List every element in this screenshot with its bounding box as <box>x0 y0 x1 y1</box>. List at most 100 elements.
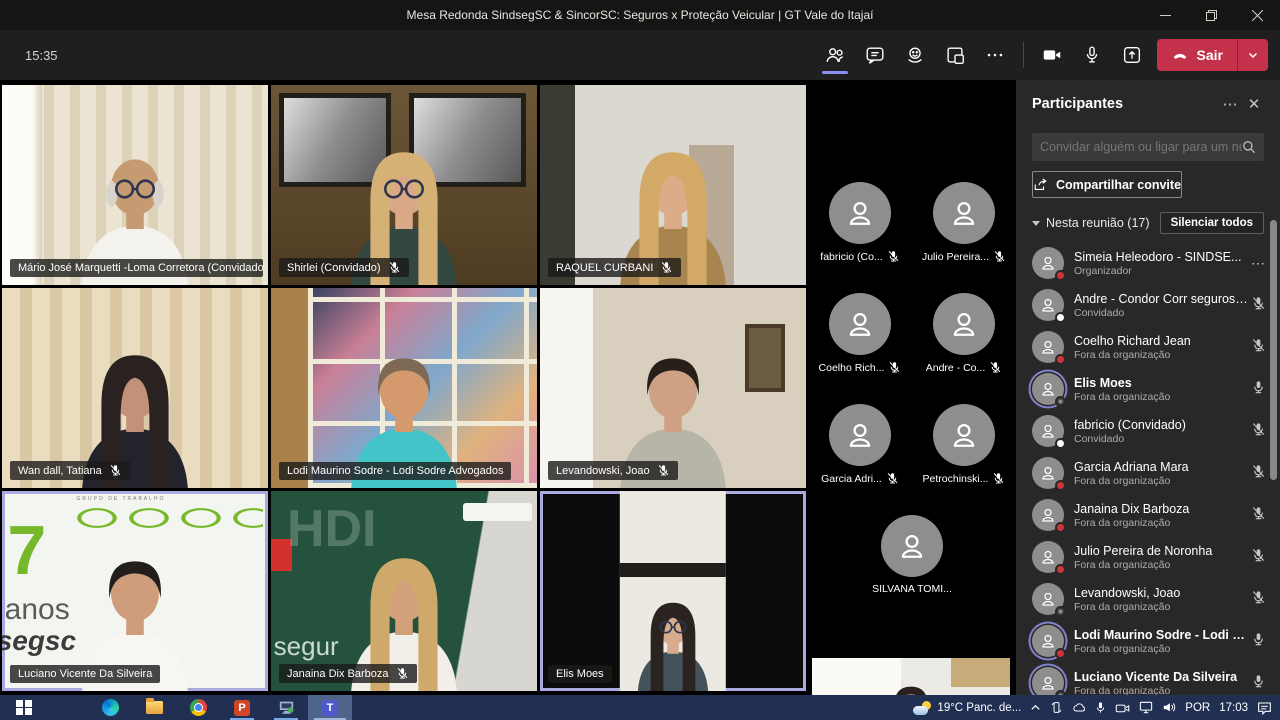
panel-scrollbar[interactable] <box>1270 220 1277 480</box>
chevron-down-icon <box>1247 49 1259 61</box>
taskbar-file-explorer[interactable] <box>132 695 176 720</box>
breakout-rooms-button[interactable] <box>935 35 975 75</box>
audio-participant[interactable]: Petrochinski... <box>920 404 1008 485</box>
mic-muted-icon <box>989 361 1002 374</box>
video-tile[interactable]: RAQUEL CURBANI <box>540 85 806 285</box>
taskbar-chrome[interactable] <box>176 695 220 720</box>
more-options-button[interactable] <box>975 35 1015 75</box>
participant-role: Organizador <box>1074 265 1248 277</box>
leave-button[interactable]: Sair <box>1157 39 1268 71</box>
participant-row[interactable]: Elis Moes Fora da organização <box>1016 368 1280 410</box>
taskbar-powerpoint[interactable]: P <box>220 695 264 720</box>
panel-close-button[interactable]: ✕ <box>1242 95 1266 113</box>
audio-participant[interactable]: Coelho Rich... <box>816 293 904 374</box>
video-tile[interactable]: HDIsegur Janaina Dix Barboza <box>271 491 537 691</box>
share-invite-label: Compartilhar convite <box>1056 178 1181 192</box>
person-placeholder-icon <box>1038 337 1058 357</box>
avatar <box>933 182 995 244</box>
audio-participant[interactable]: Garcia Adri... <box>816 404 904 485</box>
mic-muted-icon <box>1251 422 1266 437</box>
folder-icon <box>146 701 163 714</box>
participants-button[interactable] <box>815 35 855 75</box>
leave-options-chevron[interactable] <box>1238 39 1268 71</box>
participant-row[interactable]: fabricio (Convidado) Convidado <box>1016 410 1280 452</box>
avatar <box>829 404 891 466</box>
minimize-button[interactable] <box>1142 0 1188 30</box>
row-more-icon[interactable]: ⋯ <box>1251 255 1265 271</box>
search-icon <box>1242 140 1256 154</box>
video-tile[interactable]: Lodi Maurino Sodre - Lodi Sodre Advogado… <box>271 288 537 488</box>
participant-row[interactable]: Coelho Richard Jean Fora da organização <box>1016 326 1280 368</box>
participant-role: Fora da organização <box>1074 643 1248 655</box>
invite-search-box[interactable] <box>1032 133 1264 161</box>
mic-muted-icon <box>887 250 900 263</box>
share-invite-button[interactable]: Compartilhar convite <box>1032 171 1182 198</box>
taskbar-system-app[interactable] <box>264 695 308 720</box>
audio-participant[interactable]: Andre - Co... <box>920 293 1008 374</box>
audio-participant[interactable]: Julio Pereira... <box>920 182 1008 263</box>
clock[interactable]: 17:03 <box>1219 702 1248 714</box>
meeting-stage: Mário José Marquetti -Loma Corretora (Co… <box>0 80 1016 695</box>
person-placeholder-icon <box>842 417 878 453</box>
participant-row[interactable]: Luciano Vicente Da Silveira Fora da orga… <box>1016 662 1280 695</box>
audio-participant[interactable]: SILVANA TOMI... <box>808 515 1016 595</box>
participant-role: Convidado <box>1074 307 1248 319</box>
audio-participants-strip: fabricio (Co... Julio Pereira... Coelho … <box>808 152 1016 595</box>
reactions-button[interactable] <box>895 35 935 75</box>
participant-row[interactable]: Garcia Adriana Mara Fora da organização <box>1016 452 1280 494</box>
video-tile[interactable]: Mário José Marquetti -Loma Corretora (Co… <box>2 85 268 285</box>
person-placeholder-icon <box>1038 463 1058 483</box>
taskbar-teams[interactable]: T <box>308 695 352 720</box>
presence-dot <box>1055 438 1066 449</box>
edge-icon <box>102 699 119 716</box>
share-invite-icon <box>1033 177 1048 192</box>
display-tray-icon[interactable] <box>1139 701 1153 714</box>
microphone-button[interactable] <box>1072 35 1112 75</box>
video-tile[interactable]: Wan dall, Tatiana <box>2 288 268 488</box>
camera-button[interactable] <box>1032 35 1072 75</box>
person-placeholder-icon <box>1038 589 1058 609</box>
action-center-icon[interactable] <box>1257 701 1272 715</box>
mic-on-icon <box>1251 632 1266 647</box>
person-placeholder-icon <box>1038 547 1058 567</box>
mic-muted-icon <box>1251 464 1266 479</box>
in-meeting-section[interactable]: Nesta reunião (17) <box>1032 216 1160 230</box>
phone-link-icon[interactable] <box>1050 701 1063 714</box>
participant-row[interactable]: Simeia Heleodoro - SINDSE... Organizador… <box>1016 242 1280 284</box>
volume-icon[interactable] <box>1162 701 1176 714</box>
share-screen-button[interactable] <box>1112 35 1152 75</box>
tile-name-label: Janaina Dix Barboza <box>279 664 417 683</box>
participant-row[interactable]: Andre - Condor Corr seguros ... Convidad… <box>1016 284 1280 326</box>
invite-search-input[interactable] <box>1040 140 1242 154</box>
chat-button[interactable] <box>855 35 895 75</box>
mic-muted-icon <box>396 667 409 680</box>
weather-text: 19°C Panc. de... <box>937 702 1021 714</box>
video-tile[interactable]: 7anossegscGRUPO DE TRABALHO Luciano Vice… <box>2 491 268 691</box>
participant-row[interactable]: Lodi Maurino Sodre - Lodi S... Fora da o… <box>1016 620 1280 662</box>
taskbar-edge[interactable] <box>88 695 132 720</box>
mute-all-button[interactable]: Silenciar todos <box>1160 212 1264 234</box>
participant-name: Janaina Dix Barboza <box>1074 502 1248 516</box>
audio-participant[interactable]: fabricio (Co... <box>816 182 904 263</box>
taskbar-weather[interactable]: 19°C Panc. de... <box>913 701 1021 715</box>
camera-tray-icon[interactable] <box>1115 702 1130 714</box>
onedrive-icon[interactable] <box>1072 701 1086 714</box>
video-tile[interactable]: Levandowski, Joao <box>540 288 806 488</box>
maximize-button[interactable] <box>1188 0 1234 30</box>
video-tile[interactable]: Elis Moes <box>540 491 806 691</box>
participant-row[interactable]: Levandowski, Joao Fora da organização <box>1016 578 1280 620</box>
reaction-smiley-icon <box>904 44 926 66</box>
participant-name: Coelho Richard Jean <box>1074 334 1248 348</box>
mic-muted-icon <box>993 250 1006 263</box>
mic-tray-icon[interactable] <box>1095 701 1106 714</box>
participant-row[interactable]: Julio Pereira de Noronha Fora da organiz… <box>1016 536 1280 578</box>
participant-name: Julio Pereira de Noronha <box>1074 544 1248 558</box>
participant-role: Fora da organização <box>1074 559 1248 571</box>
participant-row[interactable]: Janaina Dix Barboza Fora da organização <box>1016 494 1280 536</box>
close-button[interactable] <box>1234 0 1280 30</box>
panel-more-button[interactable]: ⋯ <box>1218 95 1242 113</box>
start-button[interactable] <box>0 695 48 720</box>
video-tile[interactable]: Shirlei (Convidado) <box>271 85 537 285</box>
language-indicator[interactable]: POR <box>1185 702 1210 714</box>
tray-expand-icon[interactable] <box>1030 702 1041 713</box>
